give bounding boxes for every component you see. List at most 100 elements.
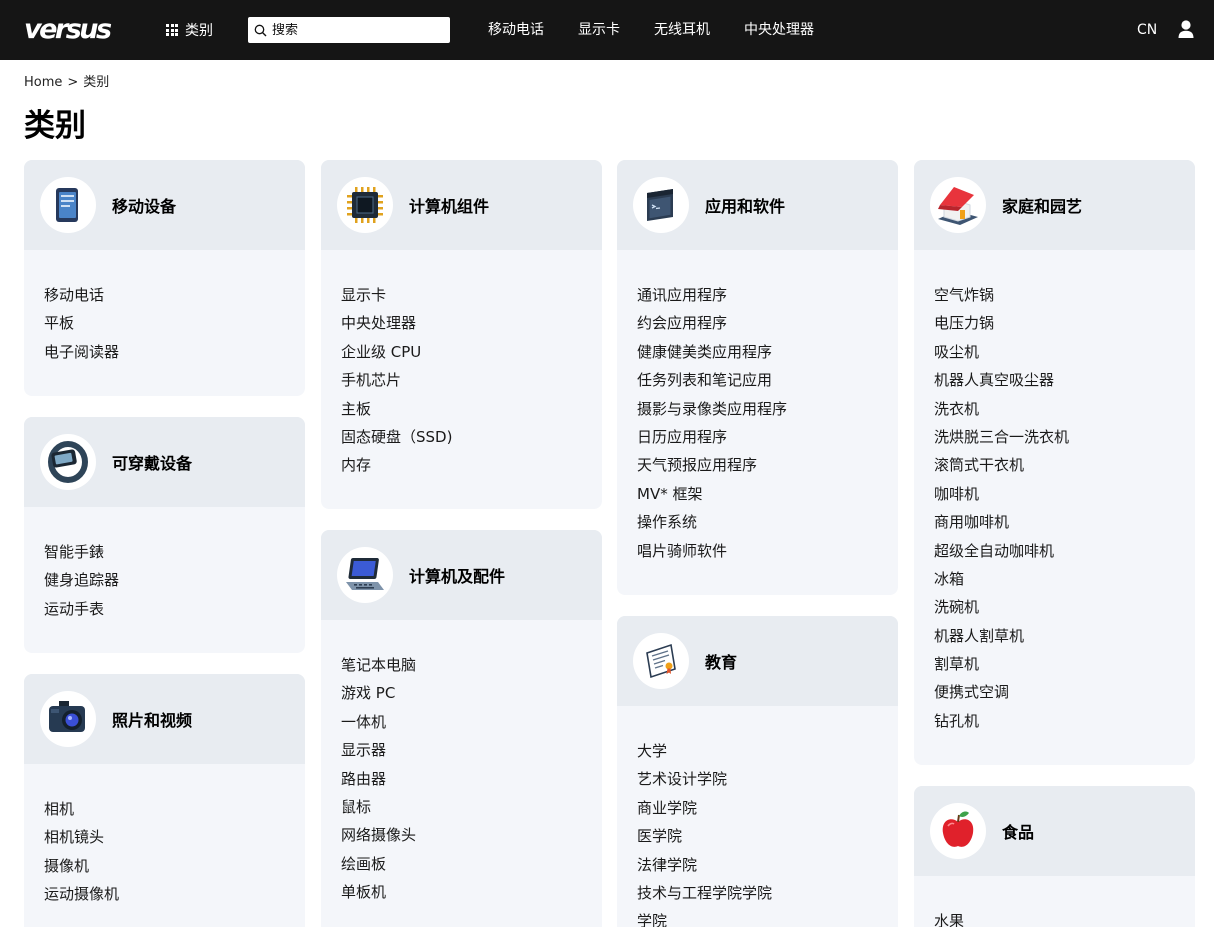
list-item: 显示卡 [341,283,602,311]
category-link[interactable]: 企业级 CPU [341,343,421,361]
category-link[interactable]: 任务列表和笔记应用 [637,371,772,389]
category-card-header[interactable]: 计算机组件 [321,160,602,250]
list-item: 水果 [934,909,1195,927]
categories-menu-button[interactable]: 类别 [166,19,213,41]
category-link[interactable]: 唱片骑师软件 [637,542,727,560]
category-link[interactable]: 移动电话 [44,286,104,304]
list-item: 法律学院 [637,853,898,881]
category-card-header[interactable]: 照片和视频 [24,674,305,764]
category-link[interactable]: 通讯应用程序 [637,286,727,304]
category-card-header[interactable]: 移动设备 [24,160,305,250]
category-card-header[interactable]: 可穿戴设备 [24,417,305,507]
category-link[interactable]: 内存 [341,456,371,474]
category-link[interactable]: 网络摄像头 [341,826,416,844]
category-link[interactable]: 医学院 [637,827,682,845]
list-item: 操作系统 [637,510,898,538]
category-link[interactable]: 摄影与录像类应用程序 [637,400,787,418]
breadcrumb-separator: > [67,75,79,90]
category-items: 空气炸锅 电压力锅 吸尘机 机器人真空吸尘器 洗衣机 洗烘脱三合一洗衣机 滚筒式… [914,250,1195,737]
category-link[interactable]: 中央处理器 [341,314,416,332]
nav-link-graphics-cards[interactable]: 显示卡 [578,19,620,41]
list-item: 内存 [341,453,602,481]
category-link[interactable]: 空气炸锅 [934,286,994,304]
category-link[interactable]: 咖啡机 [934,485,979,503]
category-link[interactable]: 固态硬盘（SSD) [341,428,452,446]
category-link[interactable]: 商用咖啡机 [934,513,1009,531]
search-input[interactable] [272,22,442,38]
nav-link-mobile-phones[interactable]: 移动电话 [488,19,544,41]
category-link[interactable]: MV* 框架 [637,485,702,503]
category-link[interactable]: 天气预报应用程序 [637,456,757,474]
category-link[interactable]: 相机镜头 [44,828,104,846]
list-item: 鼠标 [341,795,602,823]
category-link[interactable]: 运动手表 [44,600,104,618]
category-card-header[interactable]: 食品 [914,786,1195,876]
category-link[interactable]: 运动摄像机 [44,885,119,903]
nav-link-cpus[interactable]: 中央处理器 [744,19,814,41]
category-link[interactable]: 机器人割草机 [934,627,1024,645]
category-link[interactable]: 一体机 [341,713,386,731]
category-link[interactable]: 法律学院 [637,856,697,874]
category-link[interactable]: 水果 [934,912,964,927]
category-link[interactable]: 健身追踪器 [44,571,119,589]
category-link[interactable]: 学院 [637,912,667,927]
list-item: 相机 [44,797,305,825]
category-link[interactable]: 平板 [44,314,74,332]
category-link[interactable]: 日历应用程序 [637,428,727,446]
category-link[interactable]: 机器人真空吸尘器 [934,371,1054,389]
versus-logo[interactable]: versus [24,13,112,47]
category-link[interactable]: 电子阅读器 [44,343,119,361]
category-card-header[interactable]: 教育 [617,616,898,706]
category-link[interactable]: 单板机 [341,883,386,901]
list-item: 洗烘脱三合一洗衣机 [934,425,1195,453]
category-link[interactable]: 约会应用程序 [637,314,727,332]
list-item: 移动电话 [44,283,305,311]
category-link[interactable]: 笔记本电脑 [341,656,416,674]
category-link[interactable]: 冰箱 [934,570,964,588]
list-item: 日历应用程序 [637,425,898,453]
category-link[interactable]: 大学 [637,742,667,760]
breadcrumb-current: 类别 [83,75,110,90]
category-link[interactable]: 摄像机 [44,857,89,875]
category-card-header[interactable]: 应用和软件 [617,160,898,250]
category-link[interactable]: 割草机 [934,655,979,673]
category-link[interactable]: 吸尘机 [934,343,979,361]
category-link[interactable]: 主板 [341,400,371,418]
category-link[interactable]: 路由器 [341,770,386,788]
category-link[interactable]: 显示卡 [341,286,386,304]
category-link[interactable]: 超级全自动咖啡机 [934,542,1054,560]
category-link[interactable]: 鼠标 [341,798,371,816]
category-link[interactable]: 智能手錶 [44,543,104,561]
list-item: 技术与工程学院学院 [637,881,898,909]
nav-link-wireless-earbuds[interactable]: 无线耳机 [654,19,710,41]
category-link[interactable]: 技术与工程学院学院 [637,884,772,902]
category-link[interactable]: 手机芯片 [341,371,401,389]
category-link[interactable]: 绘画板 [341,855,386,873]
language-selector[interactable]: CN [1137,19,1157,41]
category-link[interactable]: 健康健美类应用程序 [637,343,772,361]
category-card-header[interactable]: 计算机及配件 [321,530,602,620]
list-item: 天气预报应用程序 [637,453,898,481]
category-card-mobile-devices: 移动设备 移动电话 平板 电子阅读器 [24,160,305,396]
list-item: 健身追踪器 [44,568,305,596]
category-link[interactable]: 游戏 PC [341,684,395,702]
category-link[interactable]: 显示器 [341,741,386,759]
cpu-chip-icon [337,177,393,233]
category-card-header[interactable]: 家庭和园艺 [914,160,1195,250]
category-link[interactable]: 便携式空调 [934,683,1009,701]
category-link[interactable]: 商业学院 [637,799,697,817]
category-link[interactable]: 操作系统 [637,513,697,531]
breadcrumb-home-link[interactable]: Home [24,75,62,90]
app-window-icon [633,177,689,233]
category-link[interactable]: 艺术设计学院 [637,770,727,788]
search-box[interactable] [248,17,450,43]
category-link[interactable]: 洗衣机 [934,400,979,418]
list-item: 医学院 [637,824,898,852]
category-link[interactable]: 滚筒式干衣机 [934,456,1024,474]
category-link[interactable]: 相机 [44,800,74,818]
category-link[interactable]: 钻孔机 [934,712,979,730]
category-link[interactable]: 电压力锅 [934,314,994,332]
category-link[interactable]: 洗烘脱三合一洗衣机 [934,428,1069,446]
category-link[interactable]: 洗碗机 [934,598,979,616]
user-icon[interactable] [1176,19,1196,41]
